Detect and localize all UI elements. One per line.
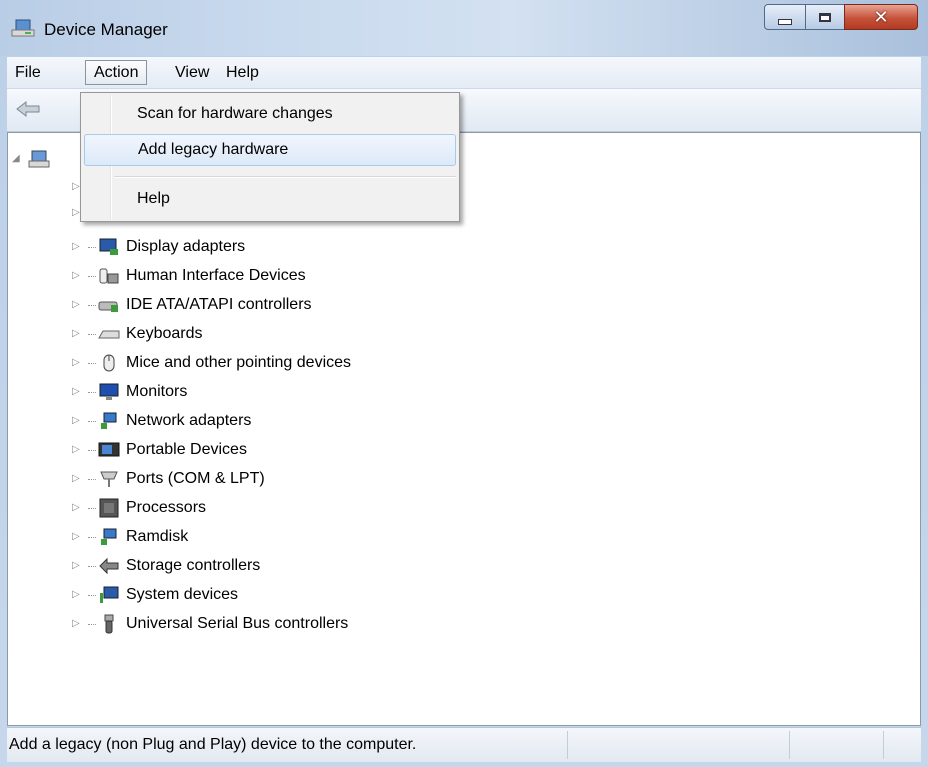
expand-arrow-icon[interactable]: ▷ <box>72 329 82 339</box>
port-icon <box>100 471 118 487</box>
storage-controller-icon <box>99 557 119 575</box>
tree-item[interactable]: ▷ Monitors <box>72 378 187 406</box>
menu-help-item[interactable]: Help <box>84 183 456 215</box>
tree-item-label: Human Interface Devices <box>126 267 306 284</box>
tree-item[interactable]: ▷ Portable Devices <box>72 436 247 464</box>
close-icon: ✕ <box>873 6 889 27</box>
menu-view[interactable]: View <box>167 60 217 85</box>
expand-arrow-icon[interactable]: ▷ <box>72 416 82 426</box>
tree-item-label: Mice and other pointing devices <box>126 354 352 371</box>
monitor-icon <box>99 383 119 400</box>
menu-file[interactable]: File <box>7 60 49 85</box>
back-arrow-icon[interactable] <box>15 99 41 119</box>
action-menu: Scan for hardware changes Add legacy har… <box>80 92 460 222</box>
tree-item[interactable]: ▷ Ports (COM & LPT) <box>72 465 265 493</box>
hid-icon <box>99 268 119 284</box>
expand-arrow-icon[interactable]: ▷ <box>72 503 82 513</box>
maximize-button[interactable] <box>805 4 845 30</box>
tree-item[interactable]: ▷ Universal Serial Bus controllers <box>72 610 348 638</box>
tree-item[interactable]: ▷ Storage controllers <box>72 552 260 580</box>
tree-item[interactable]: ▷ Ramdisk <box>72 523 188 551</box>
portable-device-icon <box>98 442 120 457</box>
expand-arrow-icon[interactable]: ▷ <box>72 561 82 571</box>
expand-arrow-icon[interactable]: ▷ <box>72 474 82 484</box>
tree-item-label: Portable Devices <box>126 441 247 458</box>
minimize-button[interactable] <box>764 4 806 30</box>
tree-item-label: Ramdisk <box>126 528 189 545</box>
tree-item[interactable]: ▷ Human Interface Devices <box>72 262 306 290</box>
expand-arrow-icon[interactable]: ▷ <box>72 300 82 310</box>
tree-item[interactable]: ▷ Keyboards <box>72 320 203 348</box>
expand-arrow-icon[interactable]: ▷ <box>72 619 82 629</box>
expand-arrow-icon[interactable]: ▷ <box>72 532 82 542</box>
menu-action[interactable]: Action <box>85 60 148 85</box>
tree-item-label: Processors <box>126 499 207 516</box>
processor-icon <box>99 498 119 518</box>
expand-arrow-icon[interactable]: ▷ <box>72 242 82 252</box>
expand-arrow-icon[interactable]: ▷ <box>72 358 82 368</box>
status-text: Add a legacy (non Plug and Play) device … <box>9 736 417 753</box>
tree-root[interactable]: ◢ <box>12 145 56 173</box>
status-separator <box>567 731 568 759</box>
status-separator <box>789 731 790 759</box>
tree-item-label: Ports (COM & LPT) <box>126 470 265 487</box>
device-manager-icon <box>11 19 35 37</box>
menu-scan-for-hardware-changes[interactable]: Scan for hardware changes <box>84 98 456 130</box>
status-bar: Add a legacy (non Plug and Play) device … <box>7 727 921 762</box>
tree-item[interactable]: ▷ System devices <box>72 581 238 609</box>
display-adapter-icon <box>99 238 118 255</box>
minimize-icon <box>778 19 792 25</box>
tree-item-label: Monitors <box>126 383 188 400</box>
status-separator <box>883 731 884 759</box>
tree-item-label: Display adapters <box>126 238 246 255</box>
ramdisk-icon <box>101 528 117 545</box>
maximize-icon <box>819 12 831 22</box>
window-title: Device Manager <box>44 20 168 39</box>
device-manager-window: Device Manager ✕ File Action View Help ◢… <box>0 0 928 767</box>
mouse-icon <box>103 354 115 372</box>
title-bar[interactable]: Device Manager ✕ <box>0 0 928 56</box>
menu-bar: File Action View Help <box>7 57 921 89</box>
close-button[interactable]: ✕ <box>844 4 918 30</box>
tree-item[interactable]: ▷ Mice and other pointing devices <box>72 349 351 377</box>
keyboard-icon <box>98 330 120 339</box>
tree-item[interactable]: ▷ Processors <box>72 494 206 522</box>
tree-item-label: System devices <box>126 586 239 603</box>
tree-item-label: IDE ATA/ATAPI controllers <box>126 296 312 313</box>
tree-item-label: Keyboards <box>126 325 203 342</box>
tree-item-label: Storage controllers <box>126 557 261 574</box>
tree-item[interactable]: ▷ Network adapters <box>72 407 251 435</box>
system-device-icon <box>100 586 119 603</box>
collapse-arrow-icon[interactable]: ◢ <box>12 154 22 164</box>
expand-arrow-icon[interactable]: ▷ <box>72 387 82 397</box>
tree-item[interactable]: ▷ Display adapters <box>72 233 245 261</box>
expand-arrow-icon[interactable]: ▷ <box>72 271 82 281</box>
menu-help[interactable]: Help <box>218 60 267 85</box>
usb-icon <box>104 614 114 634</box>
computer-icon <box>28 150 50 168</box>
menu-add-legacy-hardware[interactable]: Add legacy hardware <box>84 134 456 166</box>
network-adapter-icon <box>101 412 117 429</box>
ide-controller-icon <box>98 301 118 312</box>
menu-separator <box>114 176 456 178</box>
tree-item-label: Network adapters <box>126 412 252 429</box>
tree-item[interactable]: ▷ IDE ATA/ATAPI controllers <box>72 291 312 319</box>
tree-item-label: Universal Serial Bus controllers <box>126 615 349 632</box>
expand-arrow-icon[interactable]: ▷ <box>72 445 82 455</box>
expand-arrow-icon[interactable]: ▷ <box>72 590 82 600</box>
